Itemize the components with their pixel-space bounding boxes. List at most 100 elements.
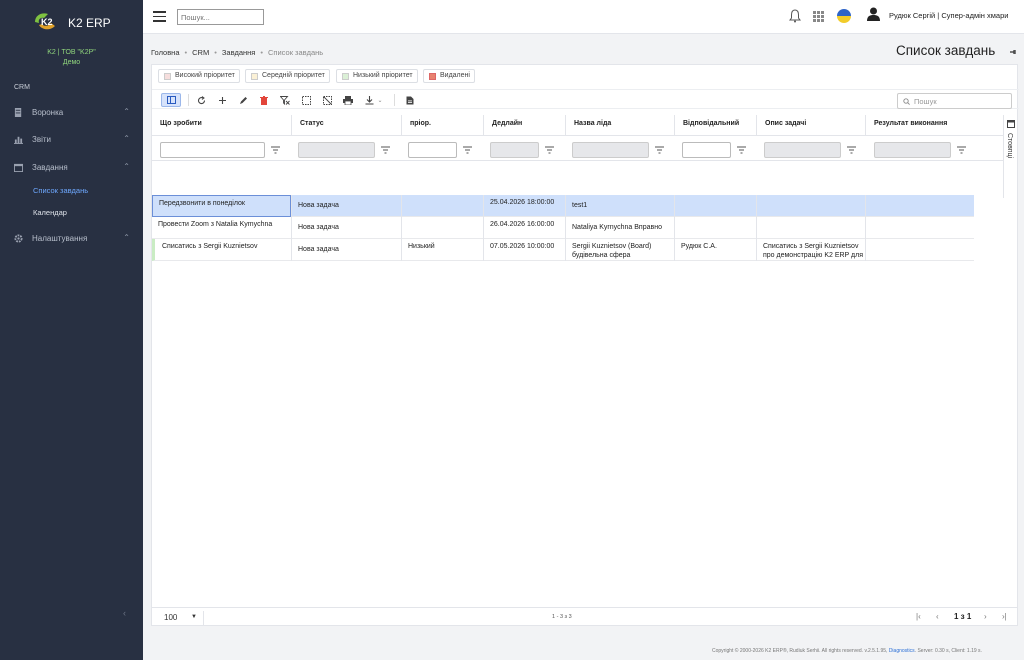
cell-deadline[interactable]: 07.05.2026 10:00:00 xyxy=(483,239,565,261)
cell-priority[interactable]: Низький xyxy=(401,239,483,261)
column-header-lead[interactable]: Назва ліда xyxy=(565,115,674,135)
filter-icon[interactable] xyxy=(957,146,966,154)
apps-grid-icon[interactable] xyxy=(813,11,824,22)
column-header-result[interactable]: Результат виконання xyxy=(865,115,974,135)
crm-section-label: CRM xyxy=(14,84,30,91)
table-row[interactable]: Передзвонити в понеділок Нова задача 25.… xyxy=(152,195,974,217)
columns-panel-toggle[interactable]: Стовпці xyxy=(1003,115,1017,198)
next-page-icon[interactable]: › xyxy=(984,612,987,621)
edit-button[interactable] xyxy=(236,93,250,107)
column-header-responsible[interactable]: Відповідальний xyxy=(674,115,756,135)
refresh-button[interactable] xyxy=(194,93,208,107)
filter-icon[interactable] xyxy=(737,146,746,154)
cell-status[interactable]: Нова задача xyxy=(291,195,401,217)
cell-lead[interactable]: Nataliya Kyrnychna Вправно xyxy=(565,217,674,239)
cell-responsible[interactable] xyxy=(674,195,756,217)
cell-deadline[interactable]: 25.04.2026 18:00:00 xyxy=(483,195,565,217)
delete-button[interactable] xyxy=(257,93,271,107)
breadcrumb-separator: • xyxy=(184,48,188,57)
cell-result[interactable] xyxy=(865,195,974,217)
cell-status[interactable]: Нова задача xyxy=(291,239,401,261)
cell-lead[interactable]: test1 xyxy=(565,195,674,217)
diagnostics-link[interactable]: Diagnostics xyxy=(889,648,915,654)
filter-icon[interactable] xyxy=(655,146,664,154)
cell-lead[interactable]: Sergii Kuznietsov (Board) будівельна сфе… xyxy=(565,239,674,261)
printer-icon xyxy=(343,95,353,105)
sidebar-collapse-icon[interactable]: ‹ xyxy=(123,608,126,618)
cell-responsible[interactable] xyxy=(674,217,756,239)
cell-todo[interactable]: Передзвонити в понеділок xyxy=(152,195,291,217)
chevron-up-icon: ⌃ xyxy=(123,134,130,143)
grid-search-input[interactable]: Пошук xyxy=(897,93,1012,109)
filter-icon[interactable] xyxy=(847,146,856,154)
sidebar-item-reports[interactable]: Звіти ⌃ xyxy=(14,134,134,148)
layout-toggle-button[interactable] xyxy=(161,93,181,107)
cell-description[interactable] xyxy=(756,217,865,239)
table-row[interactable]: Провести Zoom з Natalia Kymychna Нова за… xyxy=(152,217,974,239)
cell-result[interactable] xyxy=(865,239,974,261)
filter-icon[interactable] xyxy=(545,146,554,154)
columns-icon xyxy=(1007,120,1015,128)
filter-input-result[interactable] xyxy=(874,142,951,158)
print-button[interactable] xyxy=(341,93,355,107)
prev-page-icon[interactable]: ‹ xyxy=(936,612,939,621)
filter-input-responsible[interactable] xyxy=(682,142,731,158)
sidebar-subitem-task-list[interactable]: Список завдань xyxy=(33,186,88,195)
global-search-input[interactable] xyxy=(177,9,264,25)
sidebar-subitem-calendar[interactable]: Календар xyxy=(33,208,67,217)
filter-icon[interactable] xyxy=(381,146,390,154)
column-header-todo[interactable]: Що зробити xyxy=(152,115,291,135)
deselect-button[interactable] xyxy=(320,93,334,107)
sidebar-item-settings[interactable]: Налаштування ⌃ xyxy=(14,233,134,247)
cell-priority[interactable] xyxy=(401,217,483,239)
export-button[interactable]: ⌄ xyxy=(362,93,386,107)
user-icon[interactable] xyxy=(867,7,880,21)
language-flag-icon[interactable] xyxy=(837,9,851,23)
document-button[interactable] xyxy=(403,93,417,107)
select-all-button[interactable] xyxy=(299,93,313,107)
column-header-deadline[interactable]: Дедлайн xyxy=(483,115,565,135)
page-size-select[interactable]: 100 ▼ xyxy=(160,611,204,625)
filter-icon[interactable] xyxy=(463,146,472,154)
breadcrumb-item-home[interactable]: Головна xyxy=(151,48,180,57)
user-name[interactable]: Рудюк Сергій | Супер-адмін хмари xyxy=(889,11,1008,20)
filter-input-todo[interactable] xyxy=(160,142,265,158)
column-header-description[interactable]: Опис задачі xyxy=(756,115,865,135)
column-header-priority[interactable]: пріор. xyxy=(401,115,483,135)
legend-label: Середній пріоритет xyxy=(262,72,325,79)
menu-icon[interactable] xyxy=(153,11,166,22)
sidebar-item-tasks[interactable]: Завдання ⌃ xyxy=(14,162,134,176)
company-name[interactable]: K2 | ТОВ "K2P" Демо xyxy=(0,48,143,68)
table-row[interactable]: Списатись з Sergii Kuznietsov Нова задач… xyxy=(152,239,974,261)
breadcrumb-item-crm[interactable]: CRM xyxy=(192,48,209,57)
filter-input-priority[interactable] xyxy=(408,142,457,158)
layout-icon xyxy=(166,96,176,104)
cell-description[interactable]: Списатись з Sergii Kuznietsov про демонс… xyxy=(756,239,865,261)
cell-todo[interactable]: Списатись з Sergii Kuznietsov xyxy=(155,239,291,261)
svg-text:K2: K2 xyxy=(41,17,53,27)
cell-deadline[interactable]: 26.04.2026 16:00:00 xyxy=(483,217,565,239)
add-button[interactable] xyxy=(215,93,229,107)
cell-responsible[interactable]: Рудюк С.А. xyxy=(674,239,756,261)
cell-result[interactable] xyxy=(865,217,974,239)
pin-icon[interactable] xyxy=(1009,48,1017,56)
sidebar-item-funnel[interactable]: Воронка ⌃ xyxy=(14,107,134,121)
last-page-icon[interactable]: ›| xyxy=(1002,612,1007,621)
legend-swatch xyxy=(429,73,436,80)
bell-icon[interactable] xyxy=(789,9,801,23)
app-logo[interactable]: K2 K2 ERP xyxy=(32,10,112,34)
filter-input-status[interactable] xyxy=(298,142,375,158)
cell-todo[interactable]: Провести Zoom з Natalia Kymychna xyxy=(152,217,291,239)
first-page-icon[interactable]: |‹ xyxy=(916,612,921,621)
filter-input-lead[interactable] xyxy=(572,142,649,158)
tasks-panel: Високий пріоритет Середній пріоритет Низ… xyxy=(151,64,1019,626)
filter-input-deadline[interactable] xyxy=(490,142,539,158)
cell-priority[interactable] xyxy=(401,195,483,217)
filter-input-description[interactable] xyxy=(764,142,841,158)
cell-status[interactable]: Нова задача xyxy=(291,217,401,239)
clear-filter-button[interactable] xyxy=(278,93,292,107)
filter-icon[interactable] xyxy=(271,146,280,154)
column-header-status[interactable]: Статус xyxy=(291,115,401,135)
cell-description[interactable] xyxy=(756,195,865,217)
breadcrumb-item-tasks[interactable]: Завдання xyxy=(222,48,256,57)
